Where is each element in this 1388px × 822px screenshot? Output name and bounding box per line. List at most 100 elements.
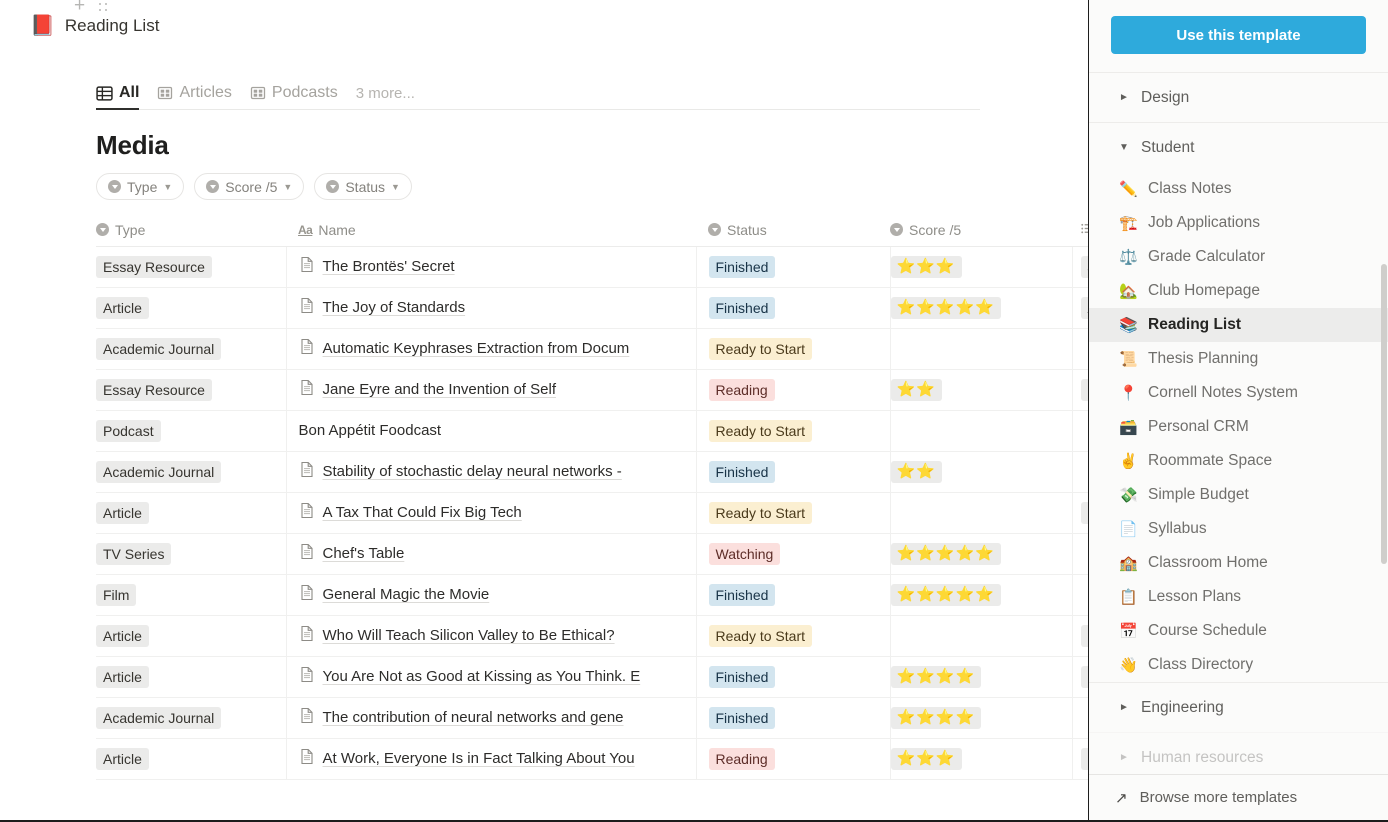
cell-score[interactable] bbox=[890, 410, 1073, 452]
cell-score[interactable]: ⭐⭐ bbox=[890, 451, 1073, 493]
cell-extra[interactable] bbox=[1072, 574, 1088, 616]
cell-status[interactable]: Ready to Start bbox=[696, 328, 891, 370]
cell-name[interactable]: Stability of stochastic delay neural net… bbox=[286, 451, 697, 493]
name-link[interactable]: Who Will Teach Silicon Valley to Be Ethi… bbox=[323, 627, 615, 644]
name-link[interactable]: Chef's Table bbox=[323, 545, 405, 562]
cell-extra[interactable]: Sp bbox=[1072, 656, 1088, 698]
cell-extra[interactable]: Ka bbox=[1072, 615, 1088, 657]
filter-score[interactable]: Score /5 ▼ bbox=[194, 173, 305, 200]
cell-score[interactable] bbox=[890, 615, 1073, 657]
cell-score[interactable] bbox=[890, 492, 1073, 534]
cell-status[interactable]: Finished bbox=[696, 246, 891, 288]
cell-extra[interactable]: Ka bbox=[1072, 369, 1088, 411]
column-header-type[interactable]: Type bbox=[96, 214, 286, 247]
cell-score[interactable]: ⭐⭐ bbox=[890, 369, 1073, 411]
table-row[interactable]: Article A Tax That Could Fix Big Tech Read… bbox=[96, 492, 1088, 534]
cell-status[interactable]: Watching bbox=[696, 533, 891, 575]
cell-status[interactable]: Reading bbox=[696, 738, 891, 780]
cell-name[interactable]: Jane Eyre and the Invention of Self bbox=[286, 369, 697, 411]
cell-status[interactable]: Finished bbox=[696, 574, 891, 616]
name-link[interactable]: General Magic the Movie bbox=[323, 586, 490, 603]
cell-extra[interactable] bbox=[1072, 451, 1088, 493]
template-item-class-notes[interactable]: ✏️ Class Notes bbox=[1089, 172, 1388, 206]
cell-status[interactable]: Finished bbox=[696, 287, 891, 329]
cell-type[interactable]: Academic Journal bbox=[96, 697, 287, 739]
tab-all[interactable]: All bbox=[96, 84, 140, 110]
cell-status[interactable]: Ready to Start bbox=[696, 410, 891, 452]
template-item-thesis-planning[interactable]: 📜 Thesis Planning bbox=[1089, 342, 1388, 376]
cell-type[interactable]: Article bbox=[96, 492, 287, 534]
cell-score[interactable]: ⭐⭐⭐ bbox=[890, 738, 1073, 780]
cell-type[interactable]: TV Series bbox=[96, 533, 287, 575]
name-link[interactable]: The Joy of Standards bbox=[323, 299, 466, 316]
cell-extra[interactable] bbox=[1072, 410, 1088, 452]
cell-status[interactable]: Ready to Start bbox=[696, 492, 891, 534]
table-row[interactable]: TV Series Chef's Table Watching ⭐⭐⭐⭐⭐ bbox=[96, 533, 1088, 575]
tab-articles[interactable]: Articles bbox=[157, 84, 232, 109]
tab-podcasts[interactable]: Podcasts bbox=[250, 84, 338, 109]
name-link[interactable]: At Work, Everyone Is in Fact Talking Abo… bbox=[323, 750, 635, 767]
plus-icon[interactable]: + bbox=[74, 0, 85, 15]
template-item-club-homepage[interactable]: 🏡 Club Homepage bbox=[1089, 274, 1388, 308]
cell-extra[interactable]: Pa bbox=[1072, 492, 1088, 534]
cell-score[interactable]: ⭐⭐⭐⭐⭐ bbox=[890, 574, 1073, 616]
cell-name[interactable]: At Work, Everyone Is in Fact Talking Abo… bbox=[286, 738, 697, 780]
browse-more-templates-row[interactable]: ↗ Browse more templates bbox=[1089, 774, 1388, 820]
cell-status[interactable]: Finished bbox=[696, 697, 891, 739]
cell-type[interactable]: Academic Journal bbox=[96, 451, 287, 493]
template-item-course-schedule[interactable]: 📅 Course Schedule bbox=[1089, 614, 1388, 648]
cell-type[interactable]: Film bbox=[96, 574, 287, 616]
template-item-classroom-home[interactable]: 🏫 Classroom Home bbox=[1089, 546, 1388, 580]
table-row[interactable]: Article You Are Not as Good at Kissing as… bbox=[96, 656, 1088, 698]
cell-name[interactable]: You Are Not as Good at Kissing as You Th… bbox=[286, 656, 697, 698]
cell-score[interactable]: ⭐⭐⭐⭐ bbox=[890, 697, 1073, 739]
template-item-class-directory[interactable]: 👋 Class Directory bbox=[1089, 648, 1388, 682]
table-row[interactable]: Essay Resource Jane Eyre and the Inventio… bbox=[96, 369, 1088, 411]
cell-score[interactable]: ⭐⭐⭐ bbox=[890, 246, 1073, 288]
category-design[interactable]: ► Design bbox=[1089, 72, 1388, 122]
cell-name[interactable]: A Tax That Could Fix Big Tech bbox=[286, 492, 697, 534]
cell-extra[interactable] bbox=[1072, 533, 1088, 575]
panel-scrollbar-thumb[interactable] bbox=[1381, 264, 1387, 564]
filter-type[interactable]: Type ▼ bbox=[96, 173, 185, 200]
cell-extra[interactable] bbox=[1072, 328, 1088, 370]
cell-type[interactable]: Essay Resource bbox=[96, 369, 287, 411]
table-row[interactable]: Essay Resource The Brontës' Secret Finishe… bbox=[96, 246, 1088, 288]
table-row[interactable]: Article The Joy of Standards Finished ⭐⭐⭐⭐⭐… bbox=[96, 287, 1088, 329]
cell-type[interactable]: Article bbox=[96, 738, 287, 780]
use-this-template-button[interactable]: Use this template bbox=[1111, 16, 1366, 54]
cell-extra[interactable]: Ju bbox=[1072, 246, 1088, 288]
table-row[interactable]: Academic Journal Automatic Keyphrases Ext… bbox=[96, 328, 1088, 370]
tabs-more-button[interactable]: 3 more... bbox=[356, 85, 415, 109]
template-item-personal-crm[interactable]: 🗃️ Personal CRM bbox=[1089, 410, 1388, 444]
cell-status[interactable]: Finished bbox=[696, 451, 891, 493]
category-human-resources[interactable]: ► Human resources bbox=[1089, 732, 1388, 774]
name-link[interactable]: The contribution of neural networks and … bbox=[323, 709, 624, 726]
cell-type[interactable]: Academic Journal bbox=[96, 328, 287, 370]
cell-type[interactable]: Article bbox=[96, 656, 287, 698]
cell-type[interactable]: Essay Resource bbox=[96, 246, 287, 288]
cell-extra[interactable] bbox=[1072, 697, 1088, 739]
category-engineering[interactable]: ► Engineering bbox=[1089, 682, 1388, 732]
cell-name[interactable]: The Joy of Standards bbox=[286, 287, 697, 329]
name-link[interactable]: Bon Appétit Foodcast bbox=[299, 422, 442, 439]
cell-name[interactable]: Who Will Teach Silicon Valley to Be Ethi… bbox=[286, 615, 697, 657]
table-row[interactable]: Academic Journal The contribution of neur… bbox=[96, 697, 1088, 739]
cell-name[interactable]: The contribution of neural networks and … bbox=[286, 697, 697, 739]
name-link[interactable]: You Are Not as Good at Kissing as You Th… bbox=[323, 668, 641, 685]
column-header-status[interactable]: Status bbox=[696, 214, 890, 247]
name-link[interactable]: The Brontës' Secret bbox=[323, 258, 455, 275]
column-header-extra[interactable] bbox=[1072, 214, 1088, 247]
cell-type[interactable]: Podcast bbox=[96, 410, 287, 452]
template-item-cornell-notes-system[interactable]: 📍 Cornell Notes System bbox=[1089, 376, 1388, 410]
table-row[interactable]: Academic Journal Stability of stochastic … bbox=[96, 451, 1088, 493]
template-item-lesson-plans[interactable]: 📋 Lesson Plans bbox=[1089, 580, 1388, 614]
cell-score[interactable]: ⭐⭐⭐⭐⭐ bbox=[890, 533, 1073, 575]
name-link[interactable]: Automatic Keyphrases Extraction from Doc… bbox=[323, 340, 630, 357]
cell-status[interactable]: Reading bbox=[696, 369, 891, 411]
template-item-grade-calculator[interactable]: ⚖️ Grade Calculator bbox=[1089, 240, 1388, 274]
cell-score[interactable]: ⭐⭐⭐⭐⭐ bbox=[890, 287, 1073, 329]
name-link[interactable]: Stability of stochastic delay neural net… bbox=[323, 463, 622, 480]
cell-name[interactable]: Chef's Table bbox=[286, 533, 697, 575]
category-student[interactable]: ▼ Student bbox=[1089, 122, 1388, 172]
